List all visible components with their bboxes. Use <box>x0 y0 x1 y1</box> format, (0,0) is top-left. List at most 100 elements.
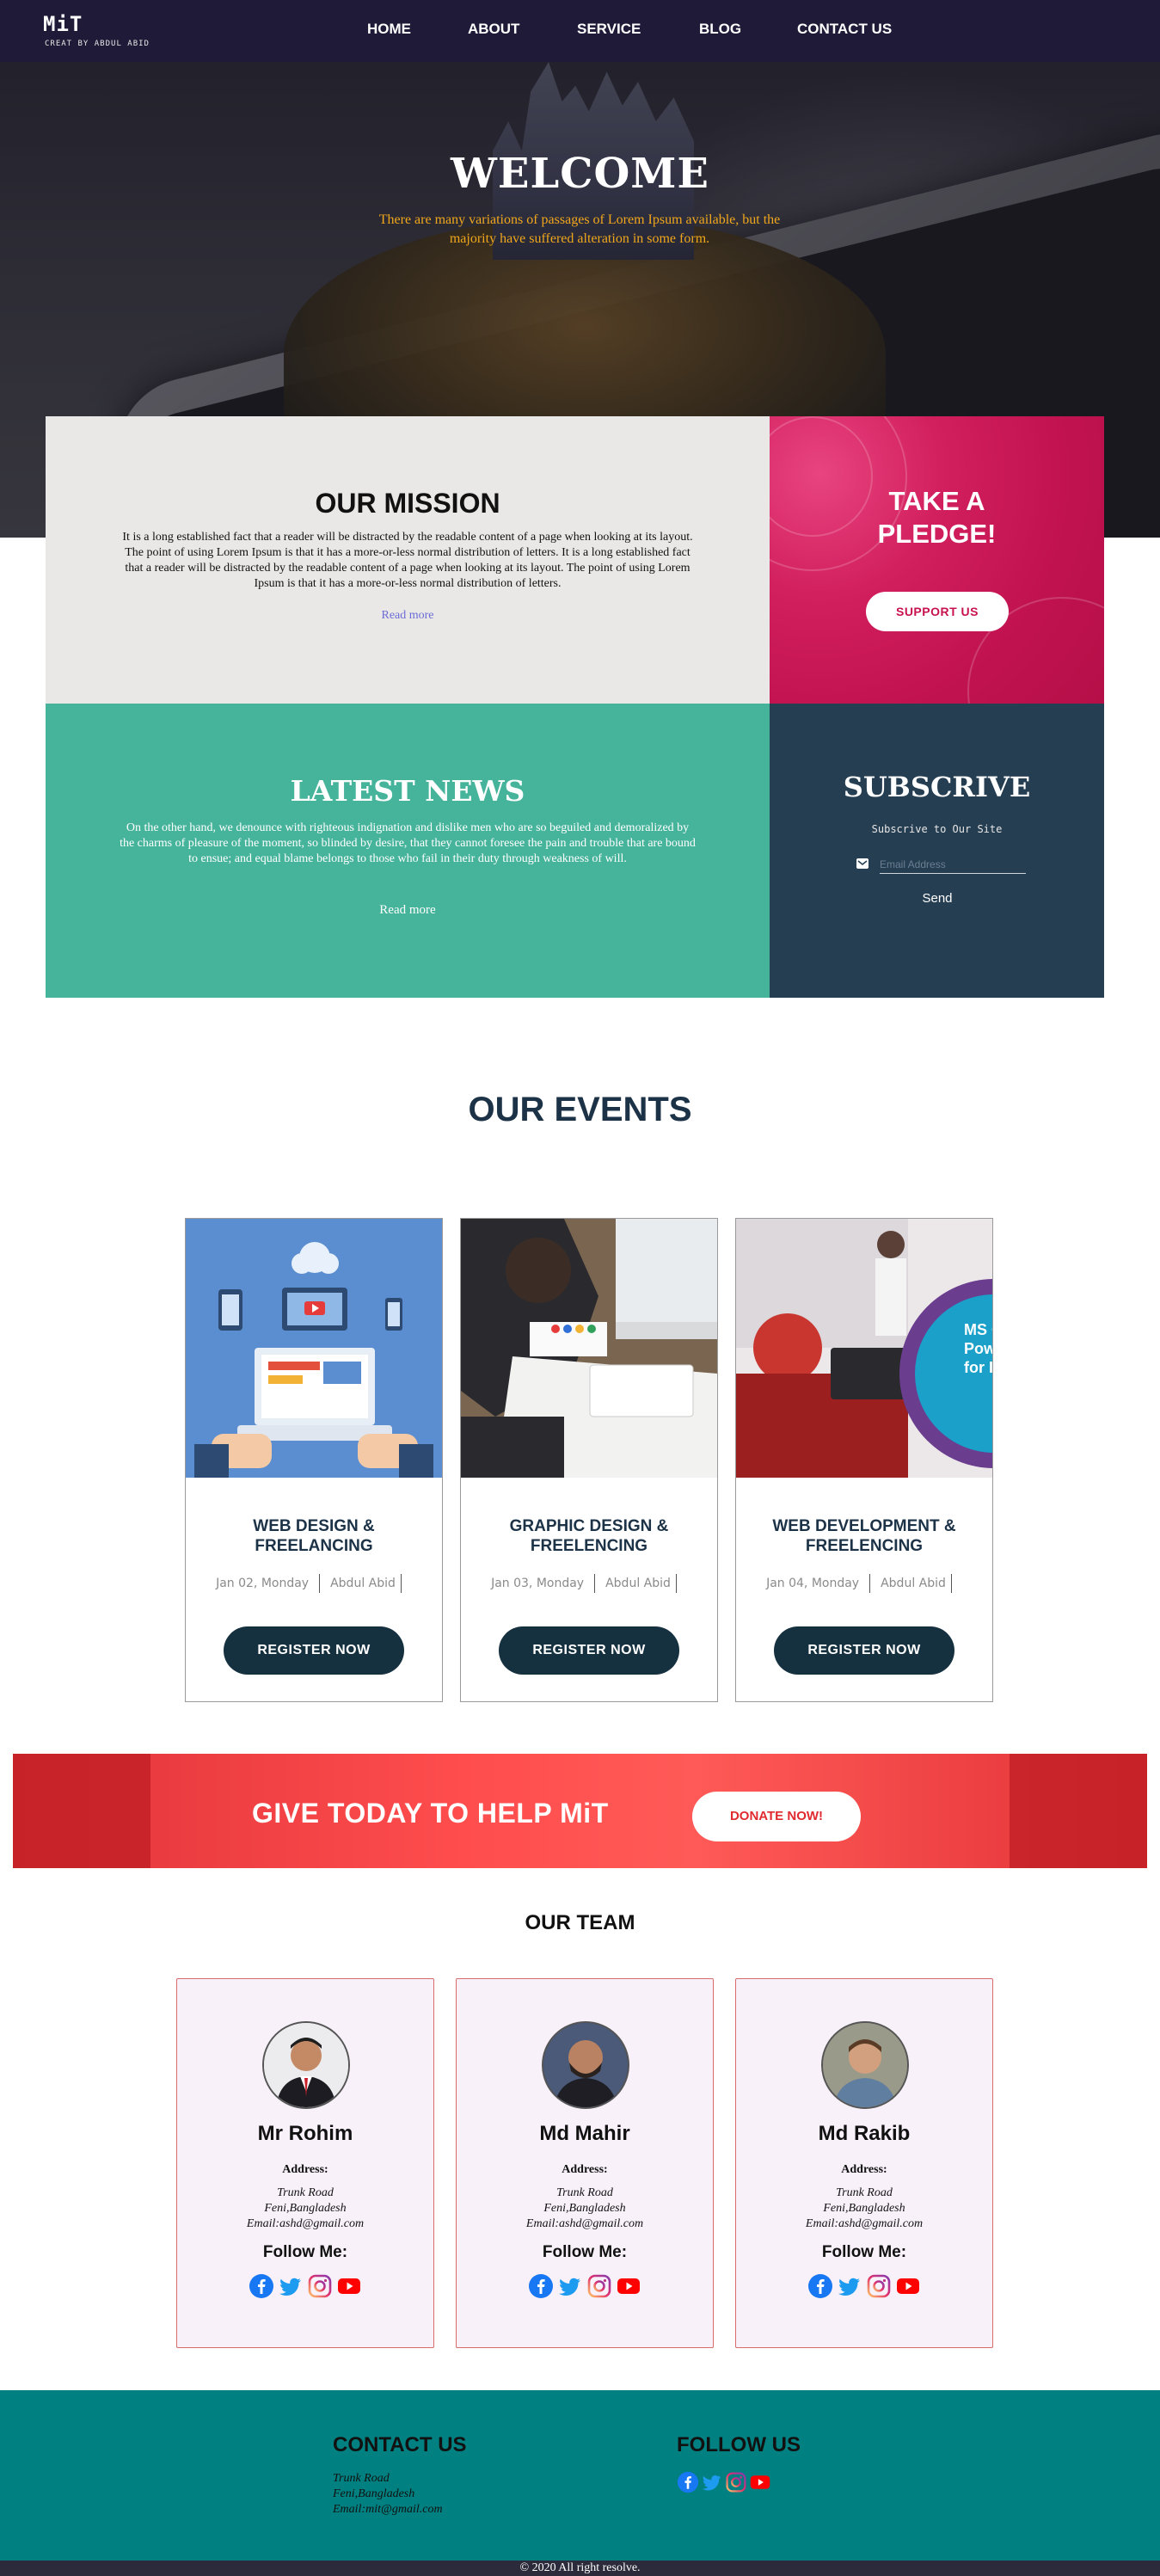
follow-label: Follow Me: <box>542 2243 628 2261</box>
meta-divider <box>869 1574 871 1593</box>
email-line: Email:ashd@gmail.com <box>246 2217 365 2230</box>
subscribe-section: SUBSCRIVE Subscrive to Our Site Send <box>770 704 1104 998</box>
twitter-icon[interactable] <box>837 2273 862 2299</box>
event-title-line1: WEB DEVELOPMENT & <box>772 1517 956 1535</box>
address-label: Address: <box>282 2163 328 2176</box>
event-title: WEB DEVELOPMENT & FREELENCING <box>736 1516 992 1556</box>
mission-title: OUR MISSION <box>315 488 500 519</box>
register-now-button[interactable]: REGISTER NOW <box>499 1626 679 1675</box>
nav-blog[interactable]: BLOG <box>699 21 741 38</box>
banner-decoration <box>1010 1754 1147 1868</box>
footer-address: Trunk Road Feni,Bangladesh Email:mit@gma… <box>333 2471 443 2518</box>
pledge-title: TAKE A PLEDGE! <box>770 485 1104 550</box>
logo[interactable]: MiT <box>43 12 83 36</box>
web-development-photo <box>736 1219 992 1478</box>
email-line: Email:mit@gmail.com <box>333 2503 443 2516</box>
avatar-portrait <box>264 2023 348 2107</box>
donate-text: GIVE TODAY TO HELP MiT <box>252 1798 609 1829</box>
page: MiT CREAT BY ABDUL ABID HOME ABOUT SERVI… <box>0 0 1160 2576</box>
twitter-icon[interactable] <box>557 2273 583 2299</box>
email-line: Email:ashd@gmail.com <box>525 2217 644 2230</box>
pledge-title-line1: TAKE A <box>888 486 985 516</box>
address-line: Trunk Road <box>277 2186 334 2199</box>
meta-divider <box>675 1574 677 1593</box>
facebook-icon[interactable] <box>249 2273 274 2299</box>
register-now-button[interactable]: REGISTER NOW <box>774 1626 954 1675</box>
event-title-line2: FREELENCING <box>530 1537 648 1555</box>
nav-about[interactable]: ABOUT <box>468 21 519 38</box>
news-text: On the other hand, we denounce with righ… <box>120 821 696 865</box>
event-image-caption: MS O Pow for I <box>964 1321 992 1376</box>
youtube-icon[interactable] <box>336 2273 362 2299</box>
event-meta: Jan 02, Monday Abdul Abid <box>186 1574 442 1593</box>
nav-contact-us[interactable]: CONTACT US <box>797 21 892 38</box>
email-input[interactable] <box>880 855 1026 874</box>
event-date: Jan 04, Monday <box>766 1577 860 1590</box>
member-name: Md Mahir <box>539 2122 630 2145</box>
donate-banner: GIVE TODAY TO HELP MiT DONATE NOW! <box>13 1754 1147 1868</box>
facebook-icon[interactable] <box>528 2273 554 2299</box>
facebook-icon[interactable] <box>677 2471 699 2493</box>
hero-subtitle: There are many variations of passages of… <box>378 212 781 246</box>
avatar <box>262 2021 350 2109</box>
email-line: Email:ashd@gmail.com <box>805 2217 924 2230</box>
news-read-more-link[interactable]: Read more <box>46 903 770 918</box>
news-title: LATEST NEWS <box>290 774 525 808</box>
social-links <box>177 2273 433 2299</box>
meta-divider <box>594 1574 596 1593</box>
footer-follow-title: FOLLOW US <box>677 2433 801 2456</box>
instagram-icon[interactable] <box>866 2273 892 2299</box>
event-image-graphic-design <box>461 1219 717 1478</box>
send-button[interactable]: Send <box>907 891 967 906</box>
event-title: WEB DESIGN & FREELANCING <box>186 1516 442 1556</box>
address-line: Trunk Road <box>556 2186 613 2199</box>
donate-now-button[interactable]: DONATE NOW! <box>692 1792 861 1841</box>
facebook-icon[interactable] <box>807 2273 833 2299</box>
logo-subtitle: CREAT BY ABDUL ABID <box>45 40 150 48</box>
event-meta: Jan 03, Monday Abdul Abid <box>461 1574 717 1593</box>
event-card-web-development: MS O Pow for I WEB DEVELOPMENT & FREELEN… <box>735 1218 993 1702</box>
member-address: Trunk Road Feni,Bangladesh Email:ashd@gm… <box>736 2186 992 2232</box>
event-card-graphic-design: GRAPHIC DESIGN & FREELENCING Jan 03, Mon… <box>460 1218 718 1702</box>
footer: CONTACT US Trunk Road Feni,Bangladesh Em… <box>0 2390 1160 2561</box>
team-member-card: Md Rakib Address: Trunk Road Feni,Bangla… <box>735 1978 993 2348</box>
banner-decoration <box>13 1754 150 1868</box>
mission-section: OUR MISSION It is a long established fac… <box>46 416 770 704</box>
avatar-portrait <box>543 2023 628 2107</box>
support-us-button[interactable]: SUPPORT US <box>866 592 1009 631</box>
event-author: Abdul Abid <box>881 1577 946 1590</box>
footer-social-links <box>677 2471 773 2493</box>
youtube-icon[interactable] <box>895 2273 921 2299</box>
follow-label: Follow Me: <box>262 2243 348 2261</box>
meta-divider <box>400 1574 402 1593</box>
address-label: Address: <box>841 2163 887 2176</box>
address-line: Feni,Bangladesh <box>333 2487 415 2500</box>
mail-icon <box>856 858 868 869</box>
pledge-title-line2: PLEDGE! <box>877 519 997 549</box>
event-image-web-development: MS O Pow for I <box>736 1219 992 1478</box>
twitter-icon[interactable] <box>701 2471 723 2493</box>
event-title-line2: FREELANCING <box>255 1537 373 1555</box>
register-now-button[interactable]: REGISTER NOW <box>224 1626 404 1675</box>
instagram-icon[interactable] <box>586 2273 612 2299</box>
instagram-icon[interactable] <box>725 2471 747 2493</box>
member-address: Trunk Road Feni,Bangladesh Email:ashd@gm… <box>457 2186 713 2232</box>
member-name: Mr Rohim <box>257 2122 353 2145</box>
mission-read-more-link[interactable]: Read more <box>46 609 770 623</box>
event-meta: Jan 04, Monday Abdul Abid <box>736 1574 992 1593</box>
subscribe-caption: Subscrive to Our Site <box>871 823 1003 835</box>
event-author: Abdul Abid <box>330 1577 396 1590</box>
team-member-card: Md Mahir Address: Trunk Road Feni,Bangla… <box>456 1978 714 2348</box>
twitter-icon[interactable] <box>278 2273 304 2299</box>
team-title: OUR TEAM <box>525 1911 635 1934</box>
web-design-illustration <box>186 1219 442 1478</box>
footer-contact-title: CONTACT US <box>333 2433 467 2456</box>
meta-divider <box>950 1574 952 1593</box>
instagram-icon[interactable] <box>307 2273 333 2299</box>
youtube-icon[interactable] <box>616 2273 641 2299</box>
youtube-icon[interactable] <box>749 2471 771 2493</box>
nav-service[interactable]: SERVICE <box>577 21 641 38</box>
address-line: Trunk Road <box>333 2472 390 2485</box>
follow-label: Follow Me: <box>821 2243 907 2261</box>
nav-home[interactable]: HOME <box>367 21 411 38</box>
